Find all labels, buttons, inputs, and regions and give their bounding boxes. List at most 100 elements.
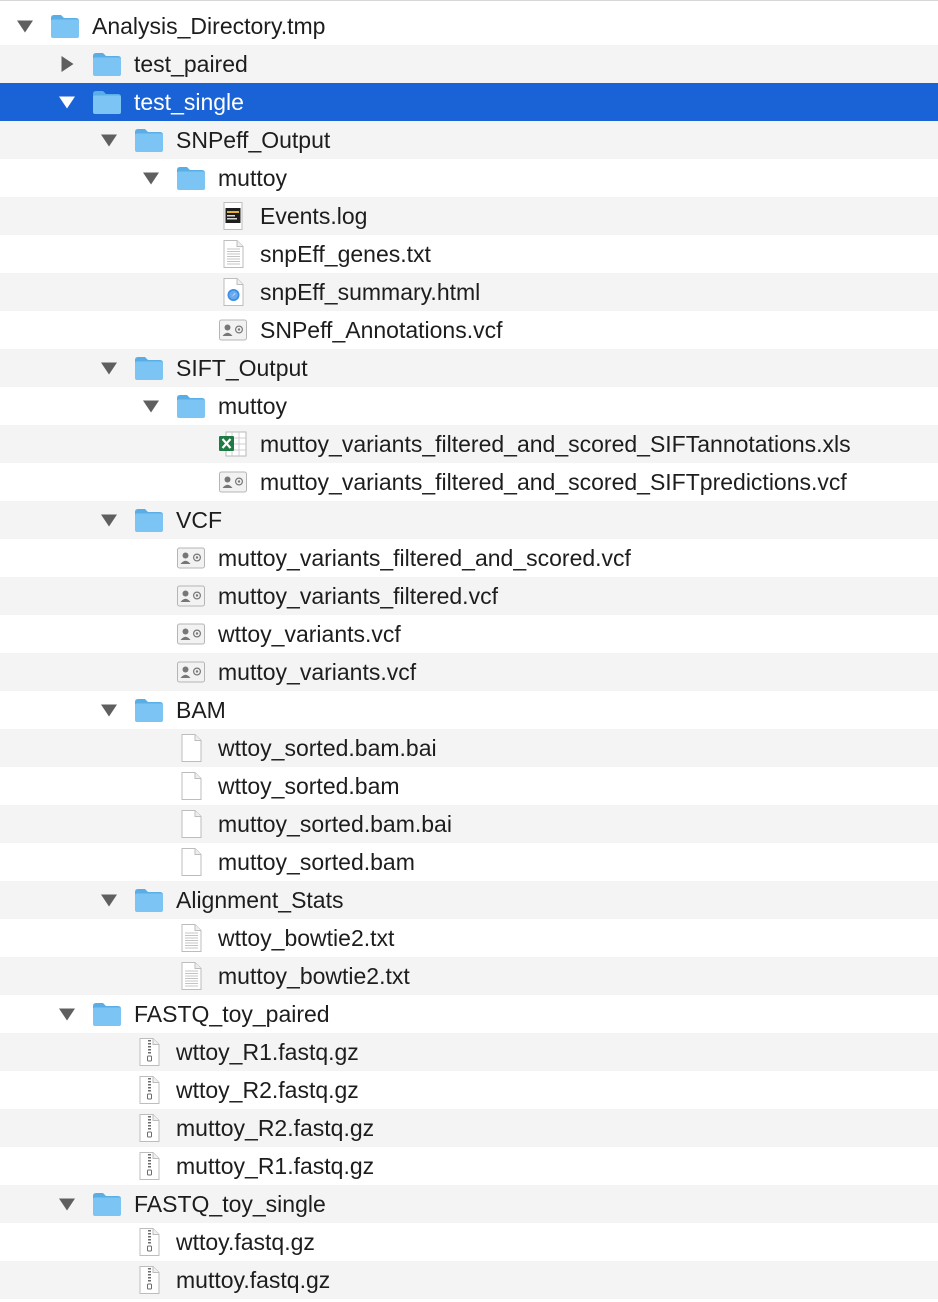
disclosure-triangle-expanded-icon[interactable]	[142, 397, 160, 415]
item-name: FASTQ_toy_paired	[134, 1001, 330, 1027]
text-file-icon	[176, 961, 206, 991]
vcard-file-icon	[176, 619, 206, 649]
item-name: wttoy_R2.fastq.gz	[176, 1077, 359, 1103]
folder-row[interactable]: VCF	[0, 501, 938, 539]
item-name: muttoy_sorted.bam.bai	[218, 811, 452, 837]
file-row[interactable]: muttoy_variants_filtered_and_scored.vcf	[0, 539, 938, 577]
file-row[interactable]: muttoy_bowtie2.txt	[0, 957, 938, 995]
blank-file-icon	[176, 847, 206, 877]
zip-file-icon	[134, 1037, 164, 1067]
file-row[interactable]: wttoy_R2.fastq.gz	[0, 1071, 938, 1109]
folder-row[interactable]: muttoy	[0, 159, 938, 197]
disclosure-triangle-expanded-icon[interactable]	[100, 359, 118, 377]
folder-row[interactable]: FASTQ_toy_single	[0, 1185, 938, 1223]
disclosure-triangle-expanded-icon[interactable]	[58, 93, 76, 111]
folder-row[interactable]: Alignment_Stats	[0, 881, 938, 919]
item-name: snpEff_genes.txt	[260, 241, 431, 267]
item-name: SNPeff_Annotations.vcf	[260, 317, 503, 343]
file-row[interactable]: muttoy_R2.fastq.gz	[0, 1109, 938, 1147]
disclosure-triangle-expanded-icon[interactable]	[58, 1005, 76, 1023]
file-row[interactable]: muttoy_variants_filtered.vcf	[0, 577, 938, 615]
excel-file-icon	[218, 429, 248, 459]
file-row[interactable]: muttoy.fastq.gz	[0, 1261, 938, 1299]
file-row[interactable]: wttoy.fastq.gz	[0, 1223, 938, 1261]
item-name: muttoy_R1.fastq.gz	[176, 1153, 375, 1179]
file-row[interactable]: SNPeff_Annotations.vcf	[0, 311, 938, 349]
folder-icon	[92, 1189, 122, 1219]
folder-row[interactable]: SIFT_Output	[0, 349, 938, 387]
item-name: muttoy_R2.fastq.gz	[176, 1115, 375, 1141]
folder-row[interactable]: test_single	[0, 83, 938, 121]
item-name: test_paired	[134, 51, 248, 77]
item-name: wttoy_variants.vcf	[218, 621, 401, 647]
folder-icon	[134, 695, 164, 725]
item-name: muttoy_variants.vcf	[218, 659, 417, 685]
file-row[interactable]: muttoy_variants_filtered_and_scored_SIFT…	[0, 425, 938, 463]
file-row[interactable]: muttoy_sorted.bam	[0, 843, 938, 881]
zip-file-icon	[134, 1265, 164, 1295]
item-name: muttoy_sorted.bam	[218, 849, 415, 875]
folder-icon	[92, 87, 122, 117]
disclosure-triangle-expanded-icon[interactable]	[142, 169, 160, 187]
file-row[interactable]: muttoy_sorted.bam.bai	[0, 805, 938, 843]
disclosure-triangle-expanded-icon[interactable]	[100, 131, 118, 149]
file-row[interactable]: muttoy_variants_filtered_and_scored_SIFT…	[0, 463, 938, 501]
vcard-file-icon	[218, 315, 248, 345]
folder-icon	[134, 885, 164, 915]
file-row[interactable]: wttoy_sorted.bam	[0, 767, 938, 805]
item-name: wttoy_sorted.bam.bai	[218, 735, 437, 761]
item-name: wttoy.fastq.gz	[176, 1229, 315, 1255]
zip-file-icon	[134, 1113, 164, 1143]
item-name: Events.log	[260, 203, 368, 229]
folder-icon	[92, 49, 122, 79]
folder-icon	[50, 11, 80, 41]
folder-row[interactable]: Analysis_Directory.tmp	[0, 7, 938, 45]
folder-row[interactable]: FASTQ_toy_paired	[0, 995, 938, 1033]
folder-row[interactable]: muttoy	[0, 387, 938, 425]
file-row[interactable]: wttoy_R1.fastq.gz	[0, 1033, 938, 1071]
item-name: muttoy	[218, 165, 288, 191]
disclosure-triangle-expanded-icon[interactable]	[100, 701, 118, 719]
item-name: test_single	[134, 89, 244, 115]
file-row[interactable]: muttoy_variants.vcf	[0, 653, 938, 691]
item-name: wttoy_bowtie2.txt	[218, 925, 395, 951]
zip-file-icon	[134, 1151, 164, 1181]
item-name: Analysis_Directory.tmp	[92, 13, 326, 39]
disclosure-triangle-expanded-icon[interactable]	[16, 17, 34, 35]
item-name: muttoy	[218, 393, 288, 419]
file-row[interactable]: snpEff_genes.txt	[0, 235, 938, 273]
file-row[interactable]: wttoy_sorted.bam.bai	[0, 729, 938, 767]
folder-icon	[92, 999, 122, 1029]
item-name: FASTQ_toy_single	[134, 1191, 326, 1217]
disclosure-triangle-expanded-icon[interactable]	[100, 891, 118, 909]
blank-file-icon	[176, 771, 206, 801]
folder-icon	[176, 391, 206, 421]
item-name: wttoy_R1.fastq.gz	[176, 1039, 359, 1065]
blank-file-icon	[176, 733, 206, 763]
zip-file-icon	[134, 1227, 164, 1257]
item-name: VCF	[176, 507, 222, 533]
vcard-file-icon	[176, 657, 206, 687]
file-row[interactable]: wttoy_bowtie2.txt	[0, 919, 938, 957]
file-row[interactable]: snpEff_summary.html	[0, 273, 938, 311]
disclosure-triangle-expanded-icon[interactable]	[100, 511, 118, 529]
file-row[interactable]: Events.log	[0, 197, 938, 235]
file-row[interactable]: muttoy_R1.fastq.gz	[0, 1147, 938, 1185]
folder-icon	[176, 163, 206, 193]
vcard-file-icon	[176, 581, 206, 611]
item-name: wttoy_sorted.bam	[218, 773, 400, 799]
item-name: snpEff_summary.html	[260, 279, 481, 305]
item-name: muttoy.fastq.gz	[176, 1267, 331, 1293]
file-row[interactable]: wttoy_variants.vcf	[0, 615, 938, 653]
folder-icon	[134, 125, 164, 155]
folder-row[interactable]: test_paired	[0, 45, 938, 83]
folder-row[interactable]: SNPeff_Output	[0, 121, 938, 159]
disclosure-triangle-expanded-icon[interactable]	[58, 1195, 76, 1213]
folder-row[interactable]: BAM	[0, 691, 938, 729]
file-tree[interactable]: Analysis_Directory.tmp test_paired test_si…	[0, 0, 938, 1302]
item-name: muttoy_variants_filtered_and_scored_SIFT…	[260, 469, 847, 495]
disclosure-triangle-collapsed-icon[interactable]	[58, 55, 76, 73]
item-name: muttoy_variants_filtered.vcf	[218, 583, 498, 609]
item-name: SNPeff_Output	[176, 127, 331, 153]
item-name: muttoy_bowtie2.txt	[218, 963, 410, 989]
